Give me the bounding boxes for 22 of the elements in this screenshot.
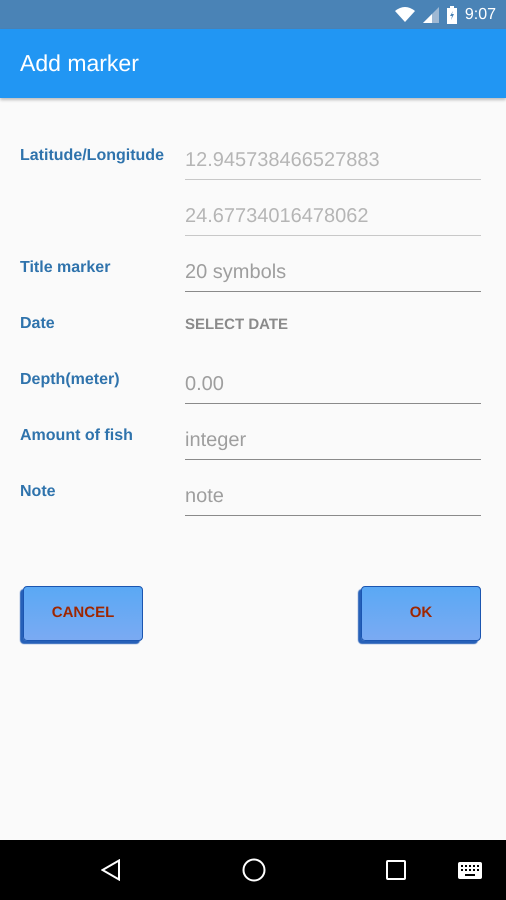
screen-title: Add marker <box>20 49 139 78</box>
field-label: Title marker <box>20 259 110 276</box>
status-time: 9:07 <box>464 4 496 24</box>
home-icon <box>242 858 266 882</box>
field-label: Depth(meter) <box>20 371 120 388</box>
wifi-icon <box>394 7 415 22</box>
input-field[interactable]: integer <box>185 425 481 460</box>
signal-icon <box>422 6 439 22</box>
input-field[interactable]: note <box>185 481 481 516</box>
back-icon <box>101 859 121 881</box>
field-label: Latitude/Longitude <box>20 147 164 164</box>
battery-icon <box>446 6 457 24</box>
select-date-button[interactable]: SELECT DATE <box>185 314 288 348</box>
cancel-button[interactable]: CANCEL <box>23 586 143 641</box>
input-field[interactable]: 20 symbols <box>185 257 481 292</box>
field-label: Date <box>20 315 55 332</box>
recents-icon <box>386 860 406 880</box>
field-label: Note <box>20 483 56 500</box>
keyboard-icon <box>458 862 482 878</box>
input-field[interactable]: 0.00 <box>185 369 481 404</box>
ok-button[interactable]: OK <box>361 586 481 641</box>
field-label: Amount of fish <box>20 427 133 444</box>
